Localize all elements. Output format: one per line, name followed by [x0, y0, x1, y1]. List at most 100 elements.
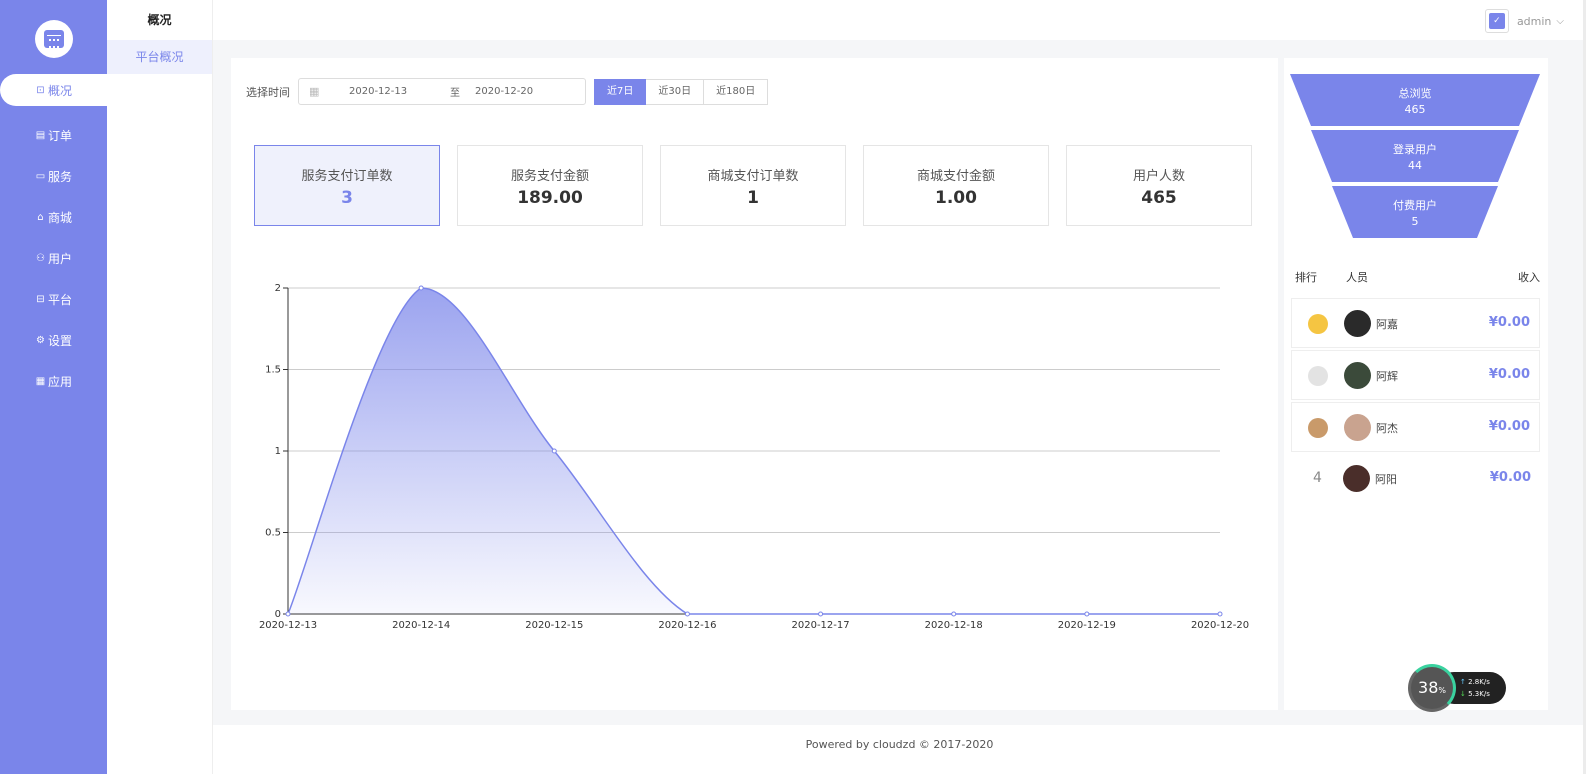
calendar-icon: ▦: [309, 85, 320, 98]
income-value: ¥0.00: [1488, 419, 1530, 434]
download-speed: 5.3K/s: [1468, 690, 1490, 698]
stat-value: 1.00: [935, 188, 977, 208]
person-name: 阿嘉: [1376, 318, 1398, 331]
area-chart: 0 0.5 1 1.5 2 2020-12-13 2020-12-14 2020-12-15 2…: [259, 283, 1249, 631]
tab-7-days[interactable]: 近7日: [594, 78, 647, 105]
funnel-label: 登录用户: [1393, 142, 1437, 156]
data-point[interactable]: [551, 448, 557, 454]
order-icon: ▤: [35, 130, 46, 141]
sidebar-item-label: 设置: [47, 334, 72, 348]
right-panel: 总浏览 465 登录用户 44 付费用户 5 排行 人员 收入 阿嘉 ¥0.00 阿辉 ¥0.0…: [1284, 58, 1548, 710]
stat-label: 用户人数: [1132, 169, 1185, 184]
platform-icon: ⊟: [36, 294, 45, 305]
app-logo[interactable]: [35, 20, 73, 58]
data-point[interactable]: [684, 611, 690, 617]
tab-180-days[interactable]: 近180日: [704, 78, 769, 105]
sidebar-item-label: 订单: [47, 129, 72, 143]
gold-medal-icon: [1308, 314, 1328, 334]
sidebar-item-order[interactable]: ▤ 订单: [0, 115, 107, 156]
end-date[interactable]: 2020-12-20: [475, 86, 533, 97]
user-icon: ⚇: [36, 253, 45, 264]
stat-card-mall-orders[interactable]: 商城支付订单数 1: [660, 145, 846, 226]
user-menu[interactable]: ✓ admin ⌵: [1484, 9, 1564, 33]
mall-icon: ⌂: [37, 212, 44, 223]
data-point[interactable]: [1084, 611, 1090, 617]
income-value: ¥0.00: [1489, 470, 1531, 485]
avatar: ✓: [1484, 9, 1509, 33]
start-date[interactable]: 2020-12-13: [349, 86, 435, 97]
sidebar-item-service[interactable]: ▭ 服务: [0, 156, 107, 197]
funnel-value: 465: [1405, 103, 1426, 116]
date-range-picker[interactable]: ▦ 2020-12-13 至 2020-12-20: [298, 78, 586, 105]
main-sidebar: ⊡ 概况 ▤ 订单 ▭ 服务 ⌂ 商城 ⚇ 用户 ⊟ 平台 ⚙ 设置 ▦ 应用: [0, 0, 107, 774]
stat-label: 服务支付金额: [510, 169, 589, 184]
x-tick-label: 2020-12-16: [658, 620, 716, 631]
stat-card-mall-amount[interactable]: 商城支付金额 1.00: [863, 145, 1049, 226]
data-point[interactable]: [1217, 611, 1223, 617]
overview-icon: ⊡: [36, 84, 45, 96]
stat-card-service-orders[interactable]: 服务支付订单数 3: [254, 145, 440, 226]
table-row[interactable]: 阿杰 ¥0.00: [1291, 402, 1540, 452]
stat-label: 服务支付订单数: [301, 169, 393, 184]
data-point[interactable]: [951, 611, 957, 617]
y-tick-label: 1.5: [265, 365, 281, 376]
date-filter: 选择时间 ▦ 2020-12-13 至 2020-12-20 近7日 近30日 …: [246, 78, 769, 105]
range-tabs: 近7日 近30日 近180日: [594, 78, 769, 105]
sidebar-item-label: 用户: [47, 252, 72, 266]
sidebar-item-mall[interactable]: ⌂ 商城: [0, 197, 107, 238]
funnel-segment: [1311, 130, 1519, 182]
x-tick-label: 2020-12-18: [925, 620, 983, 631]
stat-card-user-count[interactable]: 用户人数 465: [1066, 145, 1252, 226]
table-row[interactable]: 阿辉 ¥0.00: [1291, 350, 1540, 400]
settings-icon: ⚙: [36, 335, 45, 346]
service-icon: ▭: [35, 171, 46, 182]
sidebar-item-platform[interactable]: ⊟ 平台: [0, 279, 107, 320]
tab-30-days[interactable]: 近30日: [646, 78, 705, 105]
data-point[interactable]: [285, 611, 291, 617]
footer: Powered by cloudzd © 2017-2020: [213, 725, 1586, 774]
y-tick-label: 0.5: [265, 528, 281, 539]
avatar: [1344, 414, 1371, 441]
main-panel: 选择时间 ▦ 2020-12-13 至 2020-12-20 近7日 近30日 …: [231, 58, 1278, 710]
x-tick-label: 2020-12-13: [259, 620, 317, 631]
rank-number: 4: [1313, 470, 1322, 486]
stat-value: 465: [1141, 188, 1177, 208]
sidebar-item-label: 概况: [47, 83, 72, 98]
avatar: [1344, 362, 1371, 389]
stat-value: 1: [747, 188, 759, 208]
y-tick-label: 2: [275, 283, 281, 294]
download-icon: ↓: [1460, 690, 1466, 698]
network-speed-widget[interactable]: ↑ 2.8K/s ↓ 5.3K/s 38%: [1408, 664, 1508, 714]
subnav-title: 概况: [147, 13, 172, 27]
data-point[interactable]: [418, 285, 424, 291]
ranking-list: 阿嘉 ¥0.00 阿辉 ¥0.00 阿杰 ¥0.00 4 阿阳 ¥0.00: [1291, 298, 1540, 506]
x-tick-label: 2020-12-20: [1191, 620, 1249, 631]
x-tick-label: 2020-12-19: [1058, 620, 1116, 631]
top-bar: ✓ admin ⌵: [213, 0, 1586, 40]
sidebar-item-user[interactable]: ⚇ 用户: [0, 238, 107, 279]
sidebar-item-overview[interactable]: ⊡ 概况: [0, 74, 107, 106]
chevron-down-icon: ⌵: [1556, 15, 1564, 27]
stat-card-service-amount[interactable]: 服务支付金额 189.00: [457, 145, 643, 226]
funnel-label: 付费用户: [1393, 198, 1437, 212]
data-point[interactable]: [818, 611, 824, 617]
person-name: 阿阳: [1375, 473, 1397, 486]
sidebar-item-settings[interactable]: ⚙ 设置: [0, 320, 107, 361]
income-column-header: 收入: [1518, 271, 1540, 284]
sidebar-item-apps[interactable]: ▦ 应用: [0, 361, 107, 402]
subnav-item-platform-overview[interactable]: 平台概况: [107, 40, 212, 74]
sidebar-item-label: 服务: [47, 170, 72, 184]
table-row[interactable]: 4 阿阳 ¥0.00: [1291, 454, 1540, 504]
apps-icon: ▦: [35, 376, 46, 387]
funnel-value: 5: [1412, 215, 1419, 228]
y-tick-label: 0: [275, 609, 281, 620]
bronze-medal-icon: [1308, 418, 1328, 438]
stat-value: 189.00: [517, 188, 583, 208]
stat-value: 3: [341, 188, 353, 208]
table-row[interactable]: 阿嘉 ¥0.00: [1291, 298, 1540, 348]
avatar: [1343, 465, 1370, 492]
date-separator: 至: [450, 88, 460, 99]
memory-gauge: 38%: [1408, 664, 1456, 712]
silver-medal-icon: [1308, 366, 1328, 386]
rank-column-header: 排行: [1295, 271, 1317, 284]
